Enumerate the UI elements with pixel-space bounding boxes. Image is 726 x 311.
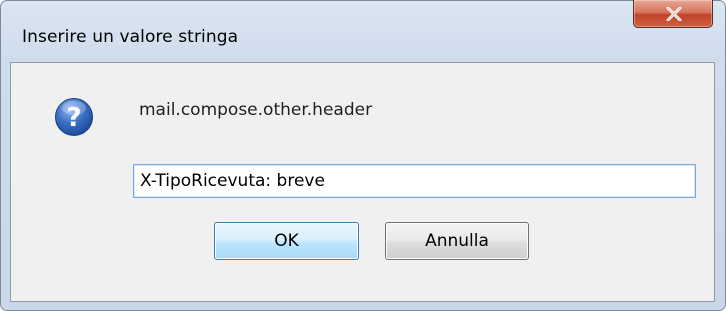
message-text: mail.compose.other.header	[139, 100, 373, 120]
dialog-window: Inserire un valore stringa ? mail.compos…	[0, 0, 726, 311]
close-icon	[666, 7, 682, 21]
string-value-input[interactable]	[133, 164, 696, 198]
close-button[interactable]	[633, 0, 713, 28]
question-icon: ?	[55, 98, 93, 136]
ok-button[interactable]: OK	[214, 222, 359, 260]
dialog-content: ? mail.compose.other.header OK Annulla	[10, 62, 715, 302]
cancel-button[interactable]: Annulla	[385, 222, 529, 260]
svg-text:?: ?	[66, 103, 81, 133]
window-title: Inserire un valore stringa	[22, 27, 239, 47]
title-bar[interactable]: Inserire un valore stringa	[1, 0, 725, 55]
